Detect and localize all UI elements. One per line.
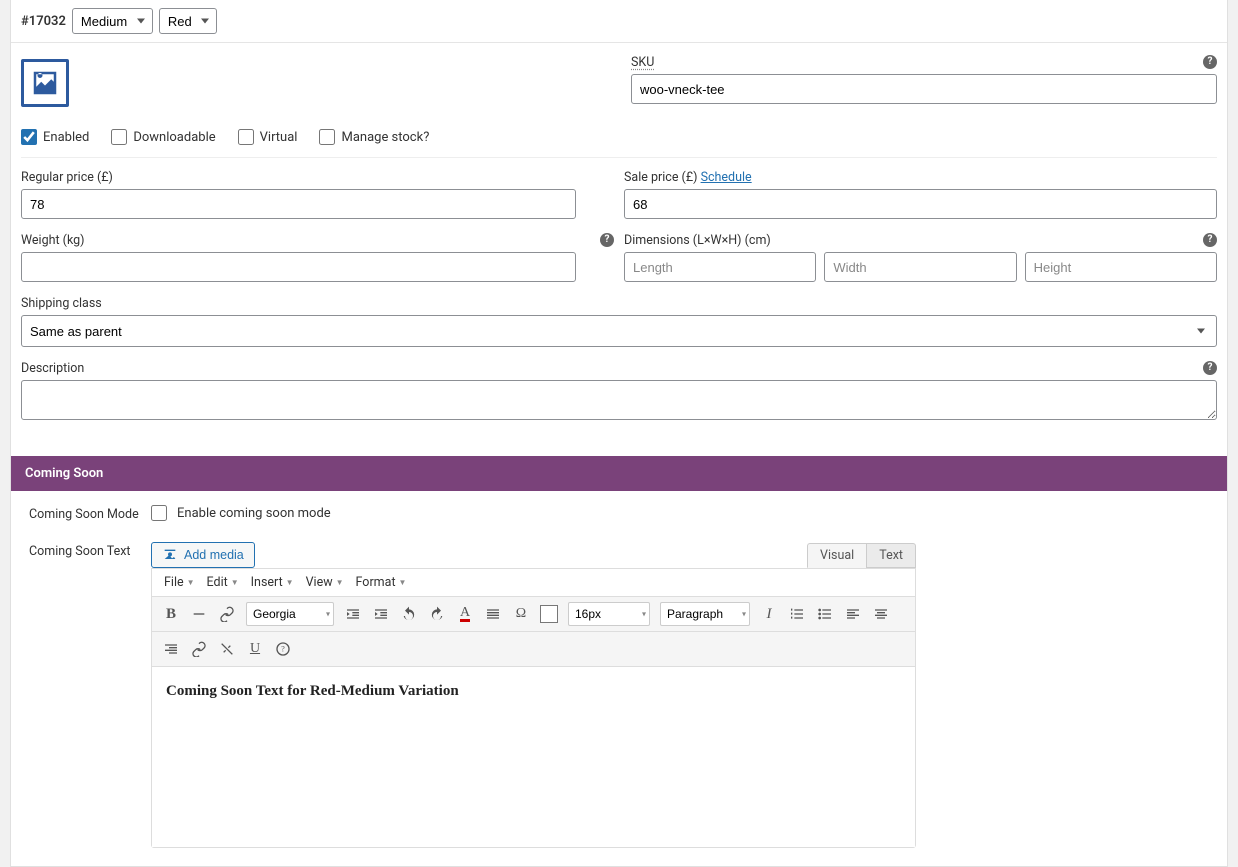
indent-button[interactable] — [368, 601, 394, 627]
sale-price-label: Sale price (£) Schedule — [624, 170, 1217, 185]
align-left-button[interactable] — [840, 601, 866, 627]
downloadable-checkbox[interactable] — [111, 129, 127, 145]
variation-id: #17032 — [21, 14, 66, 29]
coming-soon-mode-label: Coming Soon Mode — [29, 505, 151, 522]
size-select[interactable]: Medium — [72, 8, 153, 34]
font-size-select[interactable]: 16px — [568, 602, 650, 626]
editor-menubar: File▼ Edit▼ Insert▼ View▼ Format▼ — [152, 569, 915, 597]
enabled-option[interactable]: Enabled — [21, 129, 89, 145]
editor-toolbar-2: U ? — [152, 632, 915, 667]
align-center-button[interactable] — [868, 601, 894, 627]
align-justify-button[interactable] — [480, 601, 506, 627]
bold-button[interactable]: B — [158, 601, 184, 627]
variation-options: Enabled Downloadable Virtual Manage stoc… — [21, 119, 1217, 158]
unlink-button[interactable] — [214, 636, 240, 662]
align-right-button[interactable] — [158, 636, 184, 662]
menu-file[interactable]: File▼ — [160, 572, 199, 593]
hr-button[interactable] — [186, 601, 212, 627]
shipping-class-select[interactable]: Same as parent — [21, 315, 1217, 347]
length-input[interactable] — [624, 252, 816, 282]
menu-view[interactable]: View▼ — [302, 572, 348, 593]
menu-edit[interactable]: Edit▼ — [203, 572, 243, 593]
dimensions-label: Dimensions (L×W×H) (cm) — [624, 233, 771, 248]
menu-insert[interactable]: Insert▼ — [247, 572, 298, 593]
add-media-button[interactable]: Add media — [151, 542, 255, 568]
tab-text[interactable]: Text — [866, 543, 916, 568]
height-input[interactable] — [1025, 252, 1217, 282]
menu-format[interactable]: Format▼ — [352, 572, 411, 593]
outdent-button[interactable] — [340, 601, 366, 627]
enabled-checkbox[interactable] — [21, 129, 37, 145]
underline-button[interactable]: U — [242, 636, 268, 662]
help-button[interactable]: ? — [270, 636, 296, 662]
regular-price-input[interactable] — [21, 189, 576, 219]
redo-button[interactable] — [424, 601, 450, 627]
downloadable-option[interactable]: Downloadable — [111, 129, 215, 145]
editor-toolbar-1: B Georgia A Ω 16px Paragraph I — [152, 597, 915, 632]
shipping-class-label: Shipping class — [21, 296, 1217, 311]
tab-visual[interactable]: Visual — [807, 543, 866, 568]
coming-soon-text-label: Coming Soon Text — [29, 542, 151, 559]
editor-tabs: Visual Text — [807, 543, 916, 568]
variation-header: #17032 Medium Red — [11, 0, 1227, 43]
editor-content[interactable]: Coming Soon Text for Red-Medium Variatio… — [152, 667, 915, 847]
help-icon[interactable]: ? — [1203, 55, 1217, 69]
coming-soon-section-header: Coming Soon — [11, 456, 1227, 491]
coming-soon-mode-checkbox[interactable] — [151, 505, 167, 521]
bullet-list-button[interactable] — [812, 601, 838, 627]
virtual-option[interactable]: Virtual — [238, 129, 298, 145]
manage-stock-checkbox[interactable] — [319, 129, 335, 145]
image-icon — [30, 68, 60, 98]
color-select[interactable]: Red — [159, 8, 217, 34]
sale-price-input[interactable] — [624, 189, 1217, 219]
editor-text: Coming Soon Text for Red-Medium Variatio… — [166, 683, 901, 700]
schedule-link[interactable]: Schedule — [701, 170, 752, 185]
width-input[interactable] — [824, 252, 1016, 282]
rich-text-editor: File▼ Edit▼ Insert▼ View▼ Format▼ B Geor… — [151, 568, 916, 848]
help-icon[interactable]: ? — [600, 233, 614, 247]
block-format-select[interactable]: Paragraph — [660, 602, 750, 626]
sku-input[interactable] — [631, 74, 1217, 104]
italic-button[interactable]: I — [756, 601, 782, 627]
coming-soon-mode-text: Enable coming soon mode — [177, 506, 331, 521]
weight-label: Weight (kg) — [21, 233, 85, 248]
virtual-checkbox[interactable] — [238, 129, 254, 145]
text-color-button[interactable]: A — [452, 601, 478, 627]
help-icon[interactable]: ? — [1203, 233, 1217, 247]
help-icon[interactable]: ? — [1203, 361, 1217, 375]
manage-stock-option[interactable]: Manage stock? — [319, 129, 429, 145]
description-textarea[interactable] — [21, 380, 1217, 420]
link-button-2[interactable] — [186, 636, 212, 662]
font-family-select[interactable]: Georgia — [246, 602, 334, 626]
weight-input[interactable] — [21, 252, 576, 282]
special-char-button[interactable]: Ω — [508, 601, 534, 627]
media-icon — [162, 547, 178, 563]
undo-button[interactable] — [396, 601, 422, 627]
regular-price-label: Regular price (£) — [21, 170, 614, 185]
background-color-swatch[interactable] — [540, 605, 558, 623]
sku-label: SKU — [631, 55, 654, 70]
numbered-list-button[interactable] — [784, 601, 810, 627]
svg-text:?: ? — [281, 645, 285, 654]
variation-image-upload[interactable] — [21, 59, 69, 107]
description-label: Description — [21, 361, 84, 376]
link-button[interactable] — [214, 601, 240, 627]
